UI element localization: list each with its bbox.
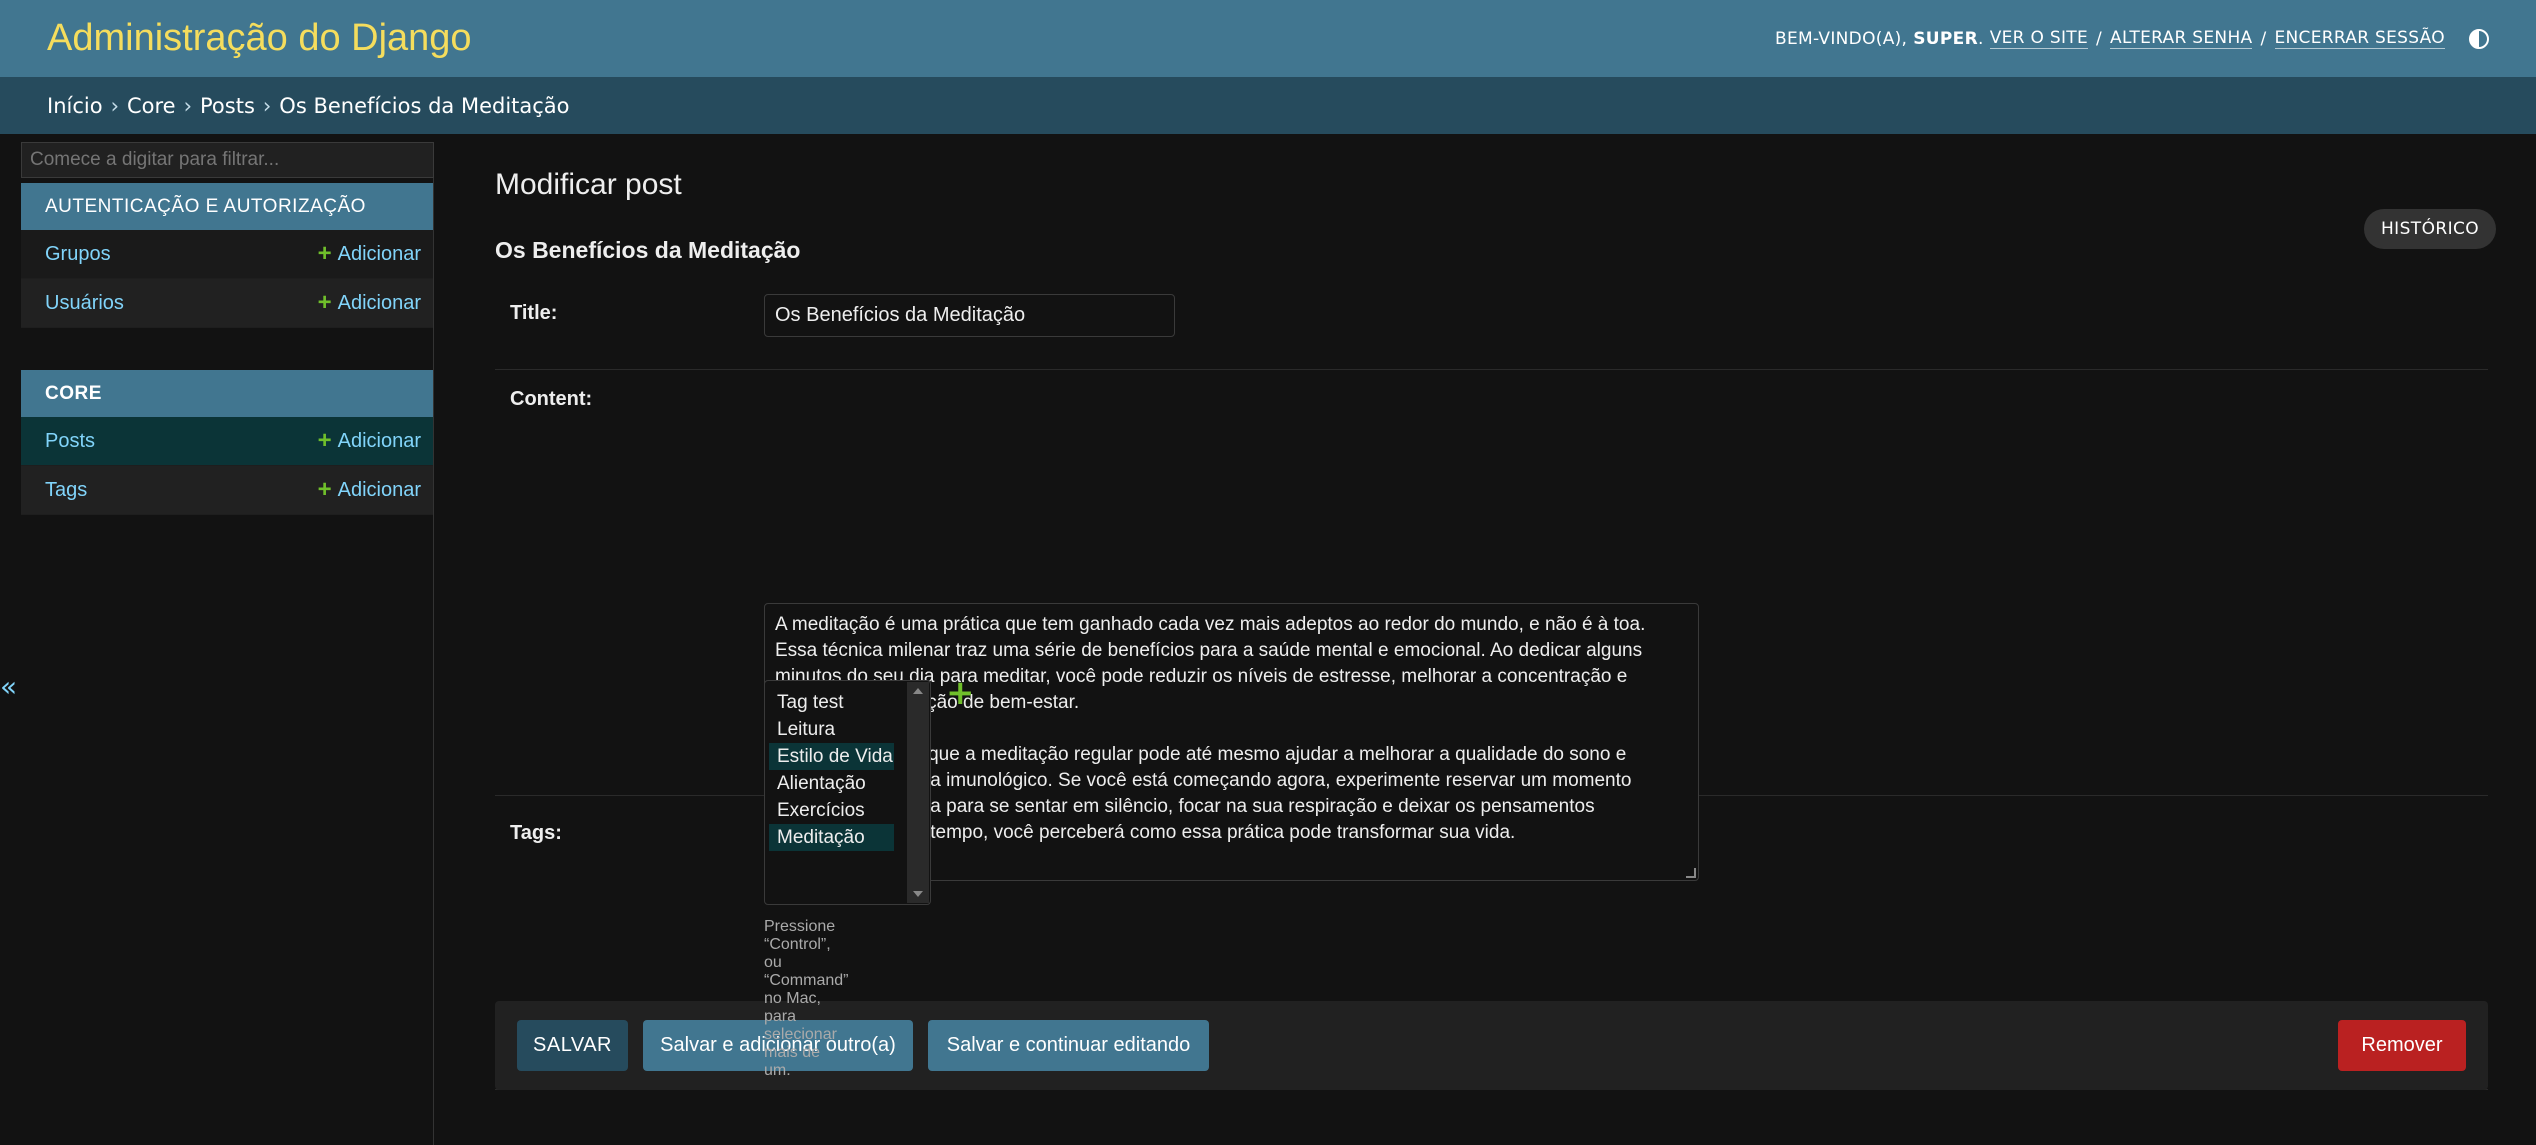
- tags-help-text: Pressione “Control”, ou “Command” no Mac…: [764, 918, 849, 1079]
- add-label: Adicionar: [337, 429, 421, 452]
- logout-link[interactable]: ENCERRAR SESSÃO: [2274, 28, 2445, 49]
- user-tools: BEM-VINDO(A), SUPER. VER O SITE / ALTERA…: [1775, 28, 2489, 49]
- app-caption-core[interactable]: CORE: [21, 370, 433, 417]
- add-label: Adicionar: [337, 242, 421, 265]
- add-posts-link[interactable]: + Adicionar: [318, 429, 421, 453]
- sidebar-item-tags: Tags + Adicionar: [21, 466, 433, 515]
- breadcrumb: Início › Core › Posts › Os Benefícios da…: [0, 77, 2536, 134]
- object-title: Os Benefícios da Meditação: [495, 237, 801, 263]
- breadcrumb-core[interactable]: Core: [127, 94, 176, 118]
- header: Administração do Django BEM-VINDO(A), SU…: [0, 0, 2536, 77]
- content-label: Content:: [510, 388, 593, 410]
- breadcrumb-posts[interactable]: Posts: [200, 94, 255, 118]
- view-site-link[interactable]: VER O SITE: [1989, 28, 2089, 49]
- history-button[interactable]: HISTÓRICO: [2364, 209, 2497, 249]
- save-continue-button[interactable]: Salvar e continuar editando: [928, 1020, 1209, 1071]
- tag-option[interactable]: Exercícios: [769, 797, 894, 824]
- app-caption-auth[interactable]: AUTENTICAÇÃO E AUTORIZAÇÃO: [21, 183, 433, 230]
- model-link-usuarios[interactable]: Usuários: [45, 292, 124, 315]
- separator: /: [2096, 28, 2103, 49]
- breadcrumb-arrow: ›: [262, 93, 272, 118]
- toggle-sidebar-icon[interactable]: «: [0, 670, 17, 703]
- username: SUPER: [1913, 28, 1978, 49]
- model-link-grupos[interactable]: Grupos: [45, 243, 111, 266]
- tag-option[interactable]: Estilo de Vida: [769, 743, 894, 770]
- welcome-text: BEM-VINDO(A),: [1775, 28, 1908, 49]
- add-grupos-link[interactable]: + Adicionar: [318, 242, 421, 266]
- add-label: Adicionar: [337, 478, 421, 501]
- breadcrumb-arrow: ›: [110, 93, 119, 118]
- delete-button[interactable]: Remover: [2338, 1020, 2466, 1071]
- theme-toggle-icon[interactable]: [2469, 28, 2489, 49]
- scroll-down-icon[interactable]: [913, 891, 923, 897]
- tag-option[interactable]: Alientação: [769, 770, 894, 797]
- tag-option[interactable]: Meditação: [769, 824, 894, 851]
- change-password-link[interactable]: ALTERAR SENHA: [2110, 28, 2253, 49]
- tag-option[interactable]: Tag test: [769, 689, 894, 716]
- plus-icon: +: [317, 289, 332, 316]
- scroll-up-icon[interactable]: [913, 688, 923, 694]
- sidebar-item-posts: Posts + Adicionar: [21, 417, 433, 466]
- tag-option[interactable]: Leitura: [769, 716, 894, 743]
- tags-options: Tag test Leitura Estilo de Vida Alientação E…: [769, 689, 926, 851]
- model-link-posts[interactable]: Posts: [45, 430, 95, 453]
- breadcrumb-current: Os Benefícios da Meditação: [279, 93, 570, 118]
- add-tags-link[interactable]: + Adicionar: [318, 478, 421, 502]
- breadcrumb-arrow: ›: [183, 93, 192, 118]
- add-tag-icon[interactable]: +: [946, 676, 975, 710]
- nav-sidebar: AUTENTICAÇÃO E AUTORIZAÇÃO Grupos +Adici…: [21, 142, 434, 1145]
- sidebar-item-usuarios: Usuários + Adicionar: [21, 279, 433, 328]
- breadcrumb-home[interactable]: Início: [47, 94, 103, 118]
- page-title: Modificar post: [495, 168, 682, 201]
- plus-icon: +: [317, 476, 332, 503]
- save-button[interactable]: SALVAR: [517, 1020, 628, 1071]
- sidebar-item-grupos: Grupos + Adicionar: [21, 230, 433, 279]
- nav-filter-input[interactable]: [21, 142, 434, 178]
- app-auth: AUTENTICAÇÃO E AUTORIZAÇÃO Grupos + Adici…: [21, 183, 433, 328]
- tags-select[interactable]: Tag test Leitura Estilo de Vida Alientação E…: [764, 680, 931, 905]
- model-link-tags[interactable]: Tags: [45, 479, 87, 502]
- add-usuarios-link[interactable]: + Adicionar: [318, 291, 421, 315]
- title-input[interactable]: Os Benefícios da Meditação: [764, 294, 1175, 337]
- plus-icon: +: [317, 427, 332, 454]
- app-core: CORE Posts + Adicionar Tags + Adicionar: [21, 370, 433, 515]
- plus-icon: +: [317, 240, 332, 267]
- tags-label: Tags:: [510, 822, 562, 844]
- title-label: Title:: [510, 302, 558, 324]
- select-scrollbar[interactable]: [907, 682, 929, 903]
- site-branding[interactable]: Administração do Django: [47, 17, 472, 60]
- separator: /: [2260, 28, 2267, 49]
- add-label: Adicionar: [337, 291, 421, 314]
